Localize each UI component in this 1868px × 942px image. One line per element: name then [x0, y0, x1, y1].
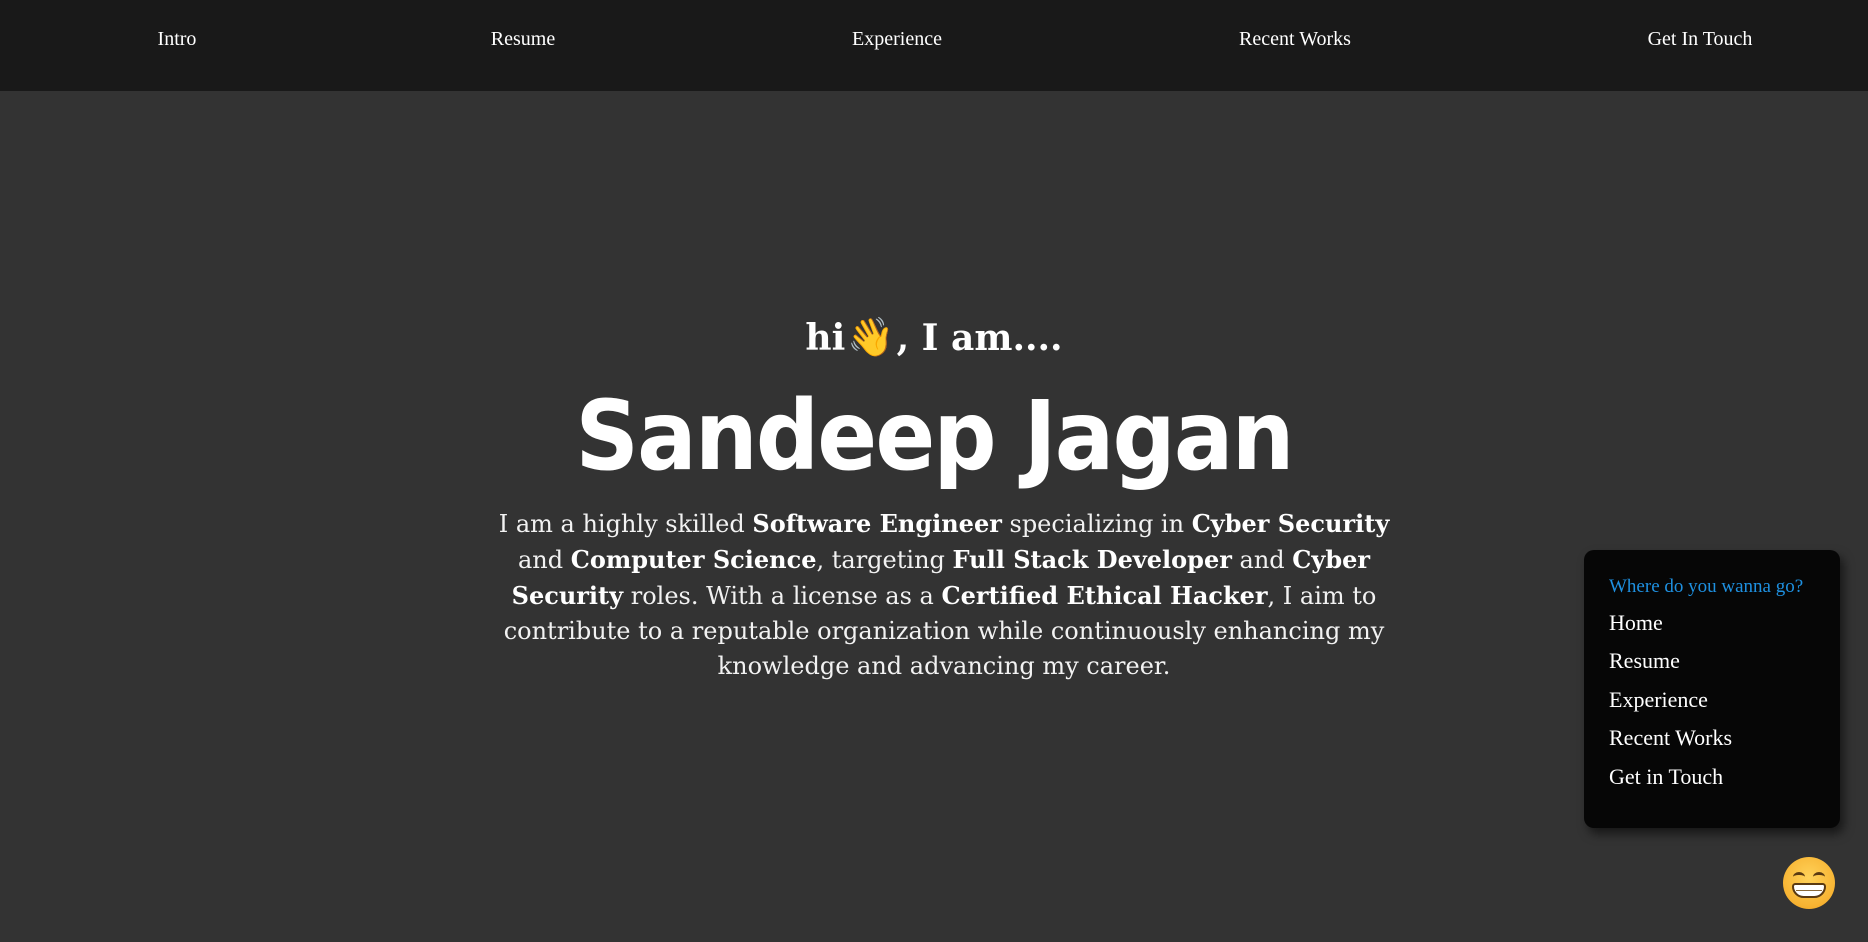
quick-navigation-menu: Where do you wanna go? Home Resume Exper…: [1584, 550, 1840, 828]
waving-hand-icon: 👋: [847, 315, 895, 359]
bio-text: , targeting: [816, 546, 953, 574]
nav-link-recent-works[interactable]: Recent Works: [1239, 28, 1351, 51]
quick-menu-item-resume[interactable]: Resume: [1609, 648, 1680, 674]
greeting-heading: hi👋, I am....: [0, 313, 1868, 362]
bio-highlight: Certified Ethical Hacker: [941, 581, 1268, 610]
emoji-teeth: [1796, 890, 1822, 891]
bio-highlight: Cyber Security: [1191, 509, 1390, 538]
bio-highlight: Software Engineer: [752, 509, 1002, 538]
emoji-mouth: [1792, 883, 1826, 898]
bio-highlight: Full Stack Developer: [952, 545, 1232, 574]
bio-highlight: Computer Science: [570, 545, 817, 574]
top-navigation-bar: Intro Resume Experience Recent Works Get…: [0, 0, 1868, 91]
quick-menu-item-get-in-touch[interactable]: Get in Touch: [1609, 764, 1723, 790]
greeting-prefix: hi: [805, 317, 846, 359]
bio-paragraph: I am a highly skilled Software Engineer …: [484, 506, 1404, 684]
bio-text: and: [517, 546, 571, 574]
quick-menu-item-experience[interactable]: Experience: [1609, 687, 1708, 713]
quick-menu-item-recent-works[interactable]: Recent Works: [1609, 725, 1732, 751]
nav-link-intro[interactable]: Intro: [158, 28, 197, 51]
quick-menu-title: Where do you wanna go?: [1609, 576, 1804, 597]
bio-text: and: [1231, 546, 1293, 574]
grinning-face-icon[interactable]: [1783, 857, 1835, 909]
greeting-suffix: , I am....: [896, 317, 1063, 359]
hero-name-title: Sandeep Jagan: [575, 380, 1294, 492]
bio-text: roles. With a license as a: [623, 582, 942, 610]
nav-link-get-in-touch[interactable]: Get In Touch: [1648, 28, 1753, 51]
emoji-right-eye: [1813, 872, 1825, 882]
nav-link-experience[interactable]: Experience: [852, 28, 942, 51]
quick-menu-item-home[interactable]: Home: [1609, 610, 1663, 636]
nav-link-resume[interactable]: Resume: [491, 28, 555, 51]
emoji-left-eye: [1793, 872, 1805, 882]
bio-text: I am a highly skilled: [498, 510, 753, 538]
bio-text: specializing in: [1001, 510, 1192, 538]
